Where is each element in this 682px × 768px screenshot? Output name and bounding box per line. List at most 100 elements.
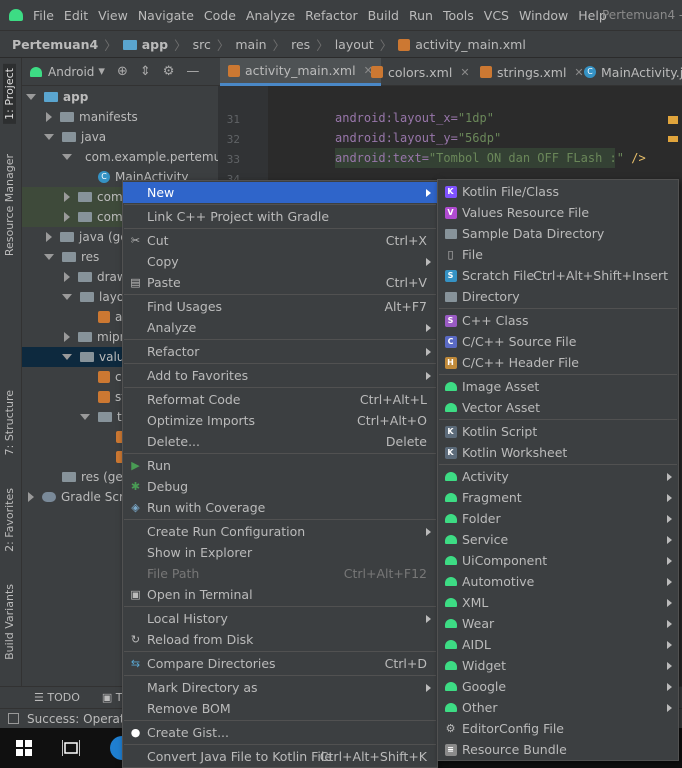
breadcrumb-project[interactable]: Pertemuan4 — [12, 37, 98, 52]
menu-item-debug[interactable]: ✱ Debug — [123, 476, 437, 497]
expanded-arrow-icon[interactable] — [44, 254, 54, 260]
expanded-arrow-icon[interactable] — [26, 94, 36, 100]
menu-item-c-c-header-file[interactable]: H C/C++ Header File — [438, 352, 678, 373]
menu-refactor[interactable]: Refactor — [305, 8, 357, 23]
menu-item-activity[interactable]: Activity — [438, 466, 678, 487]
menu-item-values-resource-file[interactable]: V Values Resource File — [438, 202, 678, 223]
menu-item-convert-java-file-to-kotlin-file[interactable]: Convert Java File to Kotlin File Ctrl+Alt… — [123, 746, 437, 767]
menu-item-c-class[interactable]: S C++ Class — [438, 310, 678, 331]
status-icon[interactable] — [8, 713, 19, 724]
tree-item[interactable]: app — [22, 87, 218, 107]
menu-item-reformat-code[interactable]: Reformat Code Ctrl+Alt+L — [123, 389, 437, 410]
close-icon[interactable]: ✕ — [460, 66, 469, 79]
menu-item-vector-asset[interactable]: Vector Asset — [438, 397, 678, 418]
collapsed-arrow-icon[interactable] — [28, 492, 34, 502]
collapsed-arrow-icon[interactable] — [64, 212, 70, 222]
menu-item-remove-bom[interactable]: Remove BOM — [123, 698, 437, 719]
menu-file[interactable]: File — [33, 8, 54, 23]
menu-item-analyze[interactable]: Analyze — [123, 317, 437, 338]
expanded-arrow-icon[interactable] — [62, 294, 72, 300]
menu-analyze[interactable]: Analyze — [246, 8, 295, 23]
menu-view[interactable]: View — [98, 8, 128, 23]
menu-item-create-run-configuration[interactable]: Create Run Configuration — [123, 521, 437, 542]
menu-item-kotlin-file-class[interactable]: K Kotlin File/Class — [438, 181, 678, 202]
menu-item-image-asset[interactable]: Image Asset — [438, 376, 678, 397]
menu-item-kotlin-script[interactable]: K Kotlin Script — [438, 421, 678, 442]
menu-item-aidl[interactable]: AIDL — [438, 634, 678, 655]
collapsed-arrow-icon[interactable] — [64, 192, 70, 202]
tool-tab-structure[interactable]: 7: Structure — [3, 390, 16, 455]
menu-item-wear[interactable]: Wear — [438, 613, 678, 634]
minimize-icon[interactable]: — — [186, 64, 199, 79]
project-view-selector[interactable]: Android — [48, 65, 94, 79]
breadcrumb-src[interactable]: src — [193, 37, 211, 52]
menu-item-editorconfig-file[interactable]: ⚙ EditorConfig File — [438, 718, 678, 739]
menu-item-fragment[interactable]: Fragment — [438, 487, 678, 508]
menu-item-new[interactable]: New — [123, 182, 437, 203]
menu-item-find-usages[interactable]: Find Usages Alt+F7 — [123, 296, 437, 317]
menu-item-show-in-explorer[interactable]: Show in Explorer — [123, 542, 437, 563]
code-line[interactable]: android:layout_x="1dp" — [335, 111, 494, 125]
tree-item[interactable]: manifests — [22, 107, 218, 127]
chevron-down-icon[interactable]: ▾ — [98, 64, 105, 79]
menu-item-reload-from-disk[interactable]: ↻ Reload from Disk — [123, 629, 437, 650]
menu-item-folder[interactable]: Folder — [438, 508, 678, 529]
locate-icon[interactable]: ⊕ — [117, 64, 128, 79]
breadcrumb-module[interactable]: app — [122, 37, 168, 52]
breadcrumb-main[interactable]: main — [235, 37, 266, 52]
menu-item-add-to-favorites[interactable]: Add to Favorites — [123, 365, 437, 386]
tree-item[interactable]: java — [22, 127, 218, 147]
tool-tab-favorites[interactable]: 2: Favorites — [3, 488, 16, 552]
menu-item-xml[interactable]: XML — [438, 592, 678, 613]
collapsed-arrow-icon[interactable] — [46, 112, 52, 122]
menu-item-paste[interactable]: ▤ Paste Ctrl+V — [123, 272, 437, 293]
tool-tab-resource-manager[interactable]: Resource Manager — [3, 154, 16, 256]
menu-item-resource-bundle[interactable]: ≡ Resource Bundle — [438, 739, 678, 760]
windows-start-icon[interactable] — [16, 740, 32, 756]
menu-code[interactable]: Code — [204, 8, 236, 23]
menu-item-copy[interactable]: Copy — [123, 251, 437, 272]
menu-item-directory[interactable]: Directory — [438, 286, 678, 307]
menu-item-local-history[interactable]: Local History — [123, 608, 437, 629]
menu-item-file[interactable]: ▯ File — [438, 244, 678, 265]
tab-activity-main[interactable]: activity_main.xml ✕ — [220, 58, 381, 86]
menu-item-optimize-imports[interactable]: Optimize Imports Ctrl+Alt+O — [123, 410, 437, 431]
menu-window[interactable]: Window — [519, 8, 568, 23]
tool-tab-project[interactable]: 1: Project — [3, 64, 16, 124]
tool-tab-build-variants[interactable]: Build Variants — [3, 584, 16, 660]
menu-vcs[interactable]: VCS — [484, 8, 509, 23]
collapse-all-icon[interactable]: ⇕ — [140, 64, 151, 79]
expanded-arrow-icon[interactable] — [62, 154, 72, 160]
menu-item-service[interactable]: Service — [438, 529, 678, 550]
menu-item-compare-directories[interactable]: ⇆ Compare Directories Ctrl+D — [123, 653, 437, 674]
menu-build[interactable]: Build — [368, 8, 399, 23]
menu-run[interactable]: Run — [409, 8, 433, 23]
menu-item-create-gist[interactable]: ● Create Gist... — [123, 722, 437, 743]
menu-item-uicomponent[interactable]: UiComponent — [438, 550, 678, 571]
menu-item-open-in-terminal[interactable]: ▣ Open in Terminal — [123, 584, 437, 605]
breadcrumb-layout[interactable]: layout — [335, 37, 374, 52]
menu-item-google[interactable]: Google — [438, 676, 678, 697]
menu-item-run[interactable]: ▶ Run — [123, 455, 437, 476]
menu-item-scratch-file[interactable]: S Scratch File Ctrl+Alt+Shift+Insert — [438, 265, 678, 286]
tool-tab-todo[interactable]: ☰ TODO — [34, 691, 80, 704]
menu-item-widget[interactable]: Widget — [438, 655, 678, 676]
menu-item-other[interactable]: Other — [438, 697, 678, 718]
gear-icon[interactable]: ⚙ — [163, 64, 175, 79]
menu-item-run-with-coverage[interactable]: ◈ Run with Coverage — [123, 497, 437, 518]
breadcrumb-file[interactable]: activity_main.xml — [398, 37, 526, 52]
tab-strings[interactable]: strings.xml ✕ — [472, 58, 592, 86]
breadcrumb-res[interactable]: res — [291, 37, 310, 52]
menu-navigate[interactable]: Navigate — [138, 8, 194, 23]
tree-item[interactable]: com.example.pertemu — [22, 147, 218, 167]
expanded-arrow-icon[interactable] — [62, 354, 72, 360]
task-view-icon[interactable] — [62, 740, 80, 756]
collapsed-arrow-icon[interactable] — [64, 272, 70, 282]
code-line[interactable]: android:layout_y="56dp" — [335, 131, 501, 145]
menu-tools[interactable]: Tools — [443, 8, 474, 23]
menu-item-link-c-project-with-gradle[interactable]: Link C++ Project with Gradle — [123, 206, 437, 227]
menu-item-cut[interactable]: ✂ Cut Ctrl+X — [123, 230, 437, 251]
tab-colors[interactable]: colors.xml ✕ — [363, 58, 478, 86]
expanded-arrow-icon[interactable] — [80, 414, 90, 420]
code-line[interactable]: android:text="Tombol ON dan OFF FLash :"… — [335, 151, 646, 165]
